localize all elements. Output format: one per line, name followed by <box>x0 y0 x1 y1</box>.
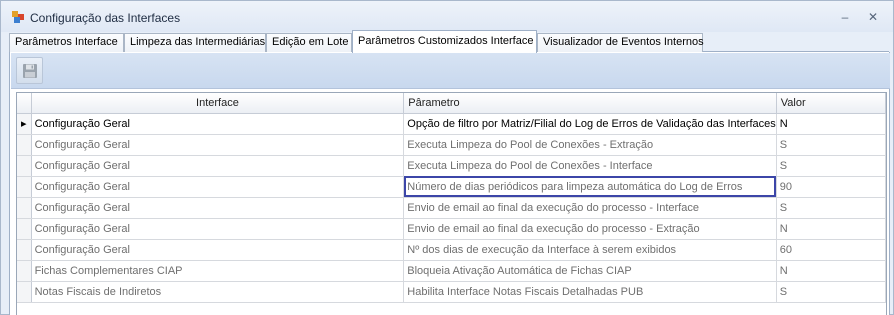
column-header-parametro[interactable]: Pârametro <box>403 93 777 114</box>
save-button[interactable] <box>16 57 43 84</box>
cell-parametro[interactable]: Executa Limpeza do Pool de Conexões - Ex… <box>403 134 777 156</box>
cell-parametro[interactable]: Opção de filtro por Matriz/Filial do Log… <box>403 113 777 135</box>
cell-interface[interactable]: Configuração Geral <box>31 155 405 177</box>
configuracao-window: Configuração das Interfaces – ✕ Parâmetr… <box>0 0 894 315</box>
row-selector[interactable] <box>17 197 32 219</box>
cell-parametro[interactable]: Habilita Interface Notas Fiscais Detalha… <box>403 281 777 303</box>
row-selector[interactable] <box>17 134 32 156</box>
cell-interface[interactable]: Configuração Geral <box>31 176 405 198</box>
cell-interface[interactable]: Configuração Geral <box>31 197 405 219</box>
cell-interface[interactable]: Configuração Geral <box>31 239 405 261</box>
row-selector[interactable] <box>17 239 32 261</box>
table-row[interactable]: ▸ Configuração Geral Opção de filtro por… <box>17 113 886 135</box>
column-header-interface[interactable]: Interface <box>31 93 405 114</box>
row-selector[interactable] <box>17 176 32 198</box>
toolbar <box>11 53 890 89</box>
title-bar: Configuração das Interfaces – ✕ <box>1 1 893 32</box>
cell-valor[interactable]: N <box>776 113 886 135</box>
cell-interface[interactable]: Fichas Complementares CIAP <box>31 260 405 282</box>
floppy-disk-icon <box>23 64 37 78</box>
grid-table: Interface Pârametro Valor ▸ Configuração… <box>17 93 886 303</box>
close-button[interactable]: ✕ <box>865 10 881 24</box>
minimize-button[interactable]: – <box>837 10 853 24</box>
cell-interface[interactable]: Configuração Geral <box>31 218 405 240</box>
cell-parametro-focused[interactable]: Número de dias periódicos para limpeza a… <box>403 176 777 198</box>
tab-visualizador-eventos[interactable]: Visualizador de Eventos Internos <box>537 33 704 52</box>
current-row-icon: ▸ <box>17 113 32 135</box>
table-row[interactable]: Fichas Complementares CIAP Bloqueia Ativ… <box>17 260 886 282</box>
table-row[interactable]: Configuração Geral Executa Limpeza do Po… <box>17 155 886 177</box>
cell-interface[interactable]: Configuração Geral <box>31 113 405 135</box>
tab-strip: Parâmetros Interface Limpeza das Interme… <box>9 30 889 53</box>
column-header-valor[interactable]: Valor <box>776 93 886 114</box>
tab-parametros-customizados[interactable]: Parâmetros Customizados Interface <box>352 30 537 53</box>
table-row[interactable]: Configuração Geral Envio de email ao fin… <box>17 218 886 240</box>
cell-valor[interactable]: S <box>776 155 886 177</box>
cell-valor[interactable]: S <box>776 197 886 219</box>
table-row[interactable]: Configuração Geral Nº dos dias de execuç… <box>17 239 886 261</box>
cell-valor[interactable]: 60 <box>776 239 886 261</box>
cell-parametro[interactable]: Executa Limpeza do Pool de Conexões - In… <box>403 155 777 177</box>
row-selector[interactable] <box>17 260 32 282</box>
tab-edicao-em-lote[interactable]: Edição em Lote <box>266 33 352 52</box>
row-header-corner <box>17 93 32 114</box>
table-row[interactable]: Configuração Geral Número de dias periód… <box>17 176 886 198</box>
cell-valor[interactable]: N <box>776 260 886 282</box>
cell-valor[interactable]: S <box>776 134 886 156</box>
table-row[interactable]: Notas Fiscais de Indiretos Habilita Inte… <box>17 281 886 303</box>
row-selector[interactable] <box>17 281 32 303</box>
cell-parametro[interactable]: Envio de email ao final da execução do p… <box>403 197 777 219</box>
row-selector[interactable] <box>17 218 32 240</box>
cell-parametro[interactable]: Bloqueia Ativação Automática de Fichas C… <box>403 260 777 282</box>
row-selector[interactable] <box>17 155 32 177</box>
tab-panel: Interface Pârametro Valor ▸ Configuração… <box>9 52 890 315</box>
table-row[interactable]: Configuração Geral Envio de email ao fin… <box>17 197 886 219</box>
header-row: Interface Pârametro Valor <box>17 93 886 114</box>
cell-parametro[interactable]: Envio de email ao final da execução do p… <box>403 218 777 240</box>
cell-valor[interactable]: S <box>776 281 886 303</box>
cell-interface[interactable]: Configuração Geral <box>31 134 405 156</box>
cell-valor[interactable]: N <box>776 218 886 240</box>
tab-parametros-interface[interactable]: Parâmetros Interface <box>9 33 124 52</box>
table-row[interactable]: Configuração Geral Executa Limpeza do Po… <box>17 134 886 156</box>
parameters-grid[interactable]: Interface Pârametro Valor ▸ Configuração… <box>16 92 887 315</box>
app-icon <box>12 11 24 23</box>
cell-valor[interactable]: 90 <box>776 176 886 198</box>
cell-interface[interactable]: Notas Fiscais de Indiretos <box>31 281 405 303</box>
tab-limpeza-intermediarias[interactable]: Limpeza das Intermediárias <box>124 33 266 52</box>
cell-parametro[interactable]: Nº dos dias de execução da Interface à s… <box>403 239 777 261</box>
window-title: Configuração das Interfaces <box>30 11 181 25</box>
